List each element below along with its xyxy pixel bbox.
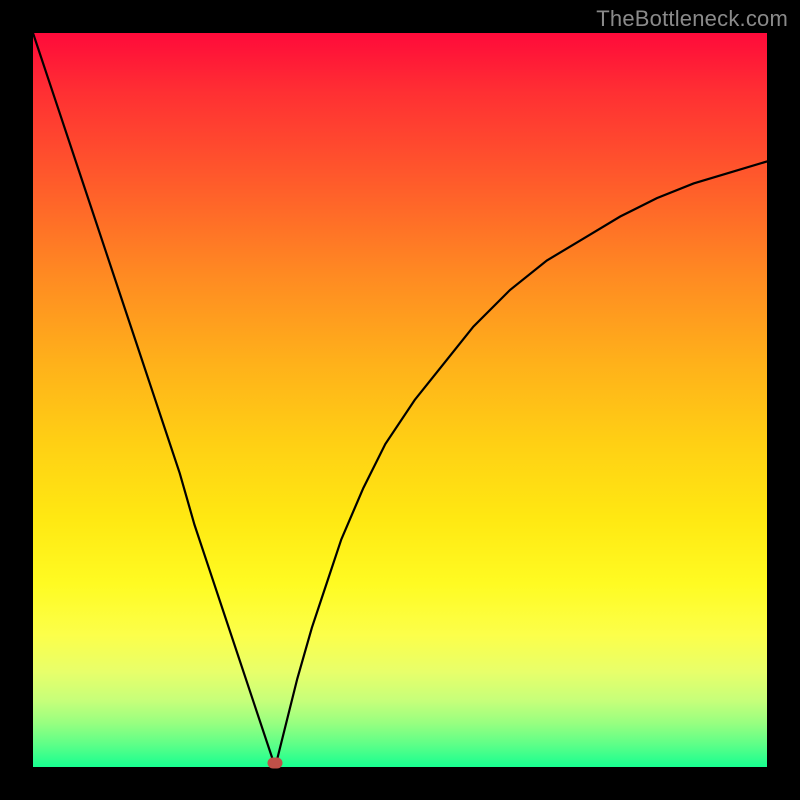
watermark-text: TheBottleneck.com [596,6,788,32]
curve-right-branch [275,161,767,767]
plot-area [33,33,767,767]
curve-svg [33,33,767,767]
curve-left-branch [33,33,275,767]
minimum-marker [268,758,283,769]
chart-frame: TheBottleneck.com [0,0,800,800]
